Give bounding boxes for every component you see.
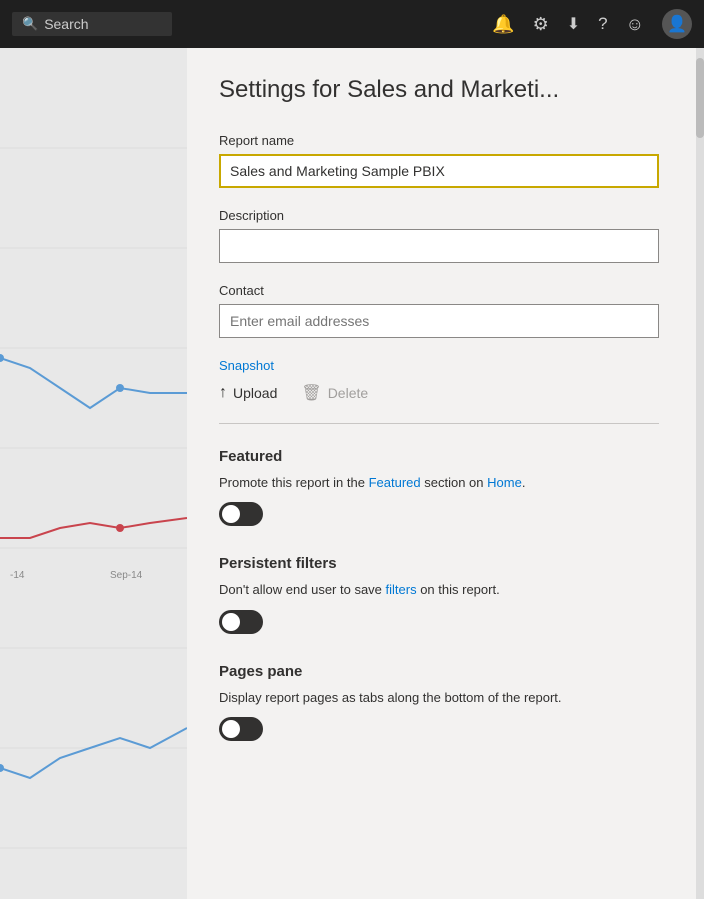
snapshot-section: Snapshot ↑ Upload 🗑 Delete [219, 358, 664, 403]
page-title: Settings for Sales and Marketi... [219, 76, 664, 105]
featured-toggle[interactable] [219, 502, 263, 526]
scrollbar-thumb[interactable] [696, 58, 704, 138]
svg-text:-14: -14 [10, 570, 25, 581]
upload-icon: ↑ [219, 384, 227, 402]
pages-pane-toggle[interactable] [219, 717, 263, 741]
delete-label: Delete [328, 385, 368, 401]
pages-pane-toggle-thumb [222, 720, 240, 738]
trash-icon: 🗑 [301, 383, 321, 403]
feedback-icon[interactable]: ☺ [626, 14, 644, 35]
upload-button[interactable]: ↑ Upload [219, 384, 277, 402]
description-label: Description [219, 208, 664, 223]
settings-panel: Settings for Sales and Marketi... Report… [187, 48, 696, 899]
notification-icon[interactable]: 🔔 [492, 14, 514, 35]
pages-pane-section: Pages pane Display report pages as tabs … [219, 663, 664, 747]
user-avatar-icon[interactable]: 👤 [662, 9, 692, 39]
featured-link: Featured [369, 475, 421, 490]
delete-button[interactable]: 🗑 Delete [301, 383, 368, 403]
contact-input[interactable] [219, 304, 659, 338]
report-name-label: Report name [219, 133, 664, 148]
search-box[interactable]: 🔍 Search [12, 12, 172, 36]
pages-pane-title: Pages pane [219, 663, 664, 680]
featured-toggle-thumb [222, 505, 240, 523]
contact-group: Contact [219, 283, 664, 338]
left-panel: -14 Sep-14 [0, 48, 187, 899]
main-area: -14 Sep-14 Settings for Sales and Market… [0, 48, 704, 899]
contact-label: Contact [219, 283, 664, 298]
persistent-filters-toggle-thumb [222, 613, 240, 631]
featured-title: Featured [219, 448, 664, 465]
description-group: Description [219, 208, 664, 263]
persistent-filters-description: Don't allow end user to save filters on … [219, 580, 664, 600]
featured-section: Featured Promote this report in the Feat… [219, 448, 664, 532]
svg-text:Sep-14: Sep-14 [110, 570, 143, 581]
navbar: 🔍 Search 🔔 ⚙ ⬇ ? ☺ 👤 [0, 0, 704, 48]
report-name-group: Report name [219, 133, 664, 188]
scrollbar-track[interactable] [696, 48, 704, 899]
help-icon[interactable]: ? [598, 14, 607, 34]
persistent-filters-title: Persistent filters [219, 555, 664, 572]
filters-link: filters [386, 582, 417, 597]
navbar-icons: 🔔 ⚙ ⬇ ? ☺ 👤 [492, 9, 692, 39]
search-label: Search [44, 16, 88, 32]
upload-label: Upload [233, 385, 277, 401]
home-link: Home [487, 475, 522, 490]
search-icon: 🔍 [22, 16, 38, 32]
featured-description: Promote this report in the Featured sect… [219, 473, 664, 493]
description-input[interactable] [219, 229, 659, 263]
snapshot-label: Snapshot [219, 358, 664, 373]
section-divider [219, 423, 659, 424]
download-icon[interactable]: ⬇ [567, 14, 580, 34]
persistent-filters-toggle[interactable] [219, 610, 263, 634]
persistent-filters-section: Persistent filters Don't allow end user … [219, 555, 664, 639]
snapshot-actions: ↑ Upload 🗑 Delete [219, 383, 664, 403]
pages-pane-description: Display report pages as tabs along the b… [219, 688, 664, 708]
settings-icon[interactable]: ⚙ [533, 14, 549, 35]
report-name-input[interactable] [219, 154, 659, 188]
